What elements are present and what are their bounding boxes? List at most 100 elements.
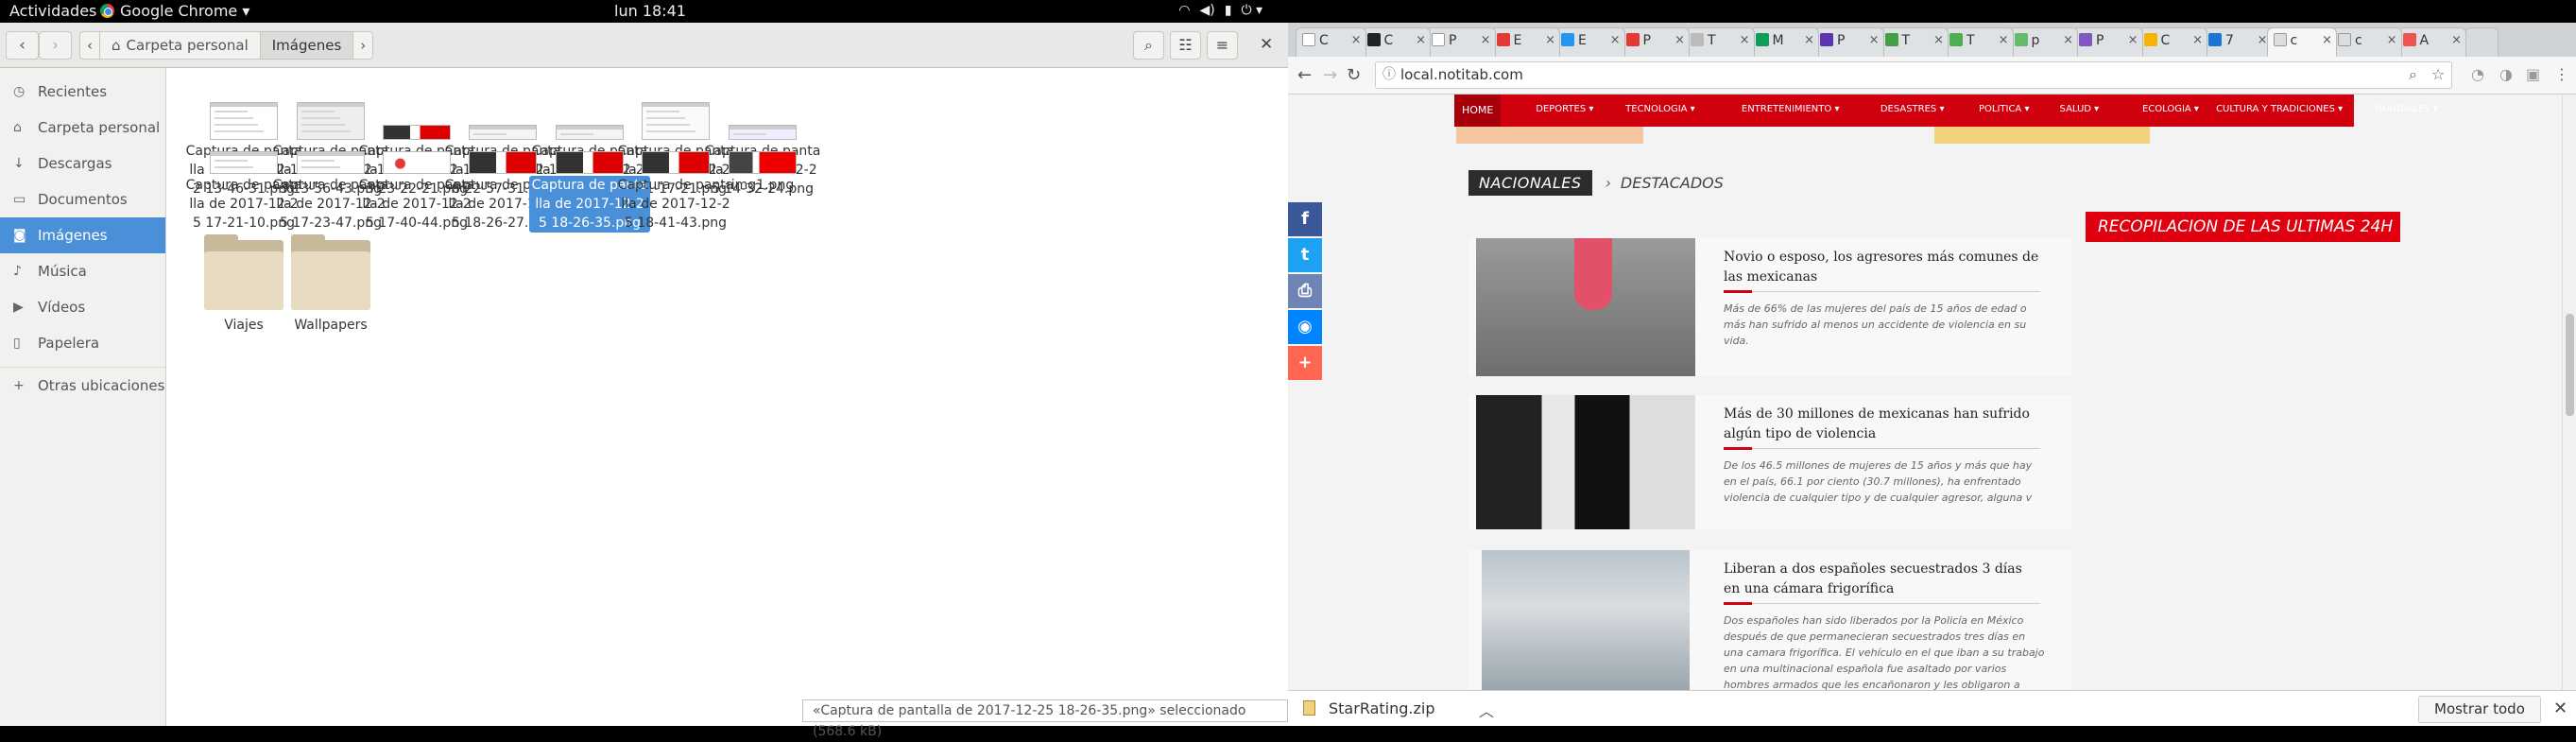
article-title[interactable]: Novio o esposo, los agresores más comune… [1724,248,2040,287]
tab-close-icon[interactable]: × [2387,33,2397,47]
article-card[interactable]: Novio o esposo, los agresores más comune… [1468,238,2071,376]
sidebar-item-video[interactable]: ▶ Vídeos [0,289,165,325]
address-bar[interactable]: local.notitab.com [1375,61,2452,89]
nav-menu-item[interactable]: ENTRETENIMIENTO ▾ [1742,104,1840,114]
browser-tab[interactable]: P × [1813,27,1884,57]
section-name[interactable]: NACIONALES [1468,170,1592,196]
forward-button[interactable]: › [39,31,72,60]
browser-tab[interactable]: 7 × [2202,27,2273,57]
breadcrumb-left-arrow[interactable]: ‹ [80,32,100,59]
tab-close-icon[interactable]: × [1869,33,1880,47]
browser-tab[interactable]: C × [1296,27,1366,57]
reload-icon[interactable]: ↻ [1347,65,1361,85]
twitter-icon[interactable]: t [1288,238,1322,272]
file-item[interactable]: img1.png [702,151,823,195]
tab-close-icon[interactable]: × [2128,33,2138,47]
nav-menu-item[interactable]: DESASTRES ▾ [1880,104,1945,114]
article-title[interactable]: Liberan a dos españoles secuestrados 3 d… [1724,560,2040,599]
breadcrumb-home[interactable]: Carpeta personal [100,32,261,59]
tab-close-icon[interactable]: × [1610,33,1621,47]
nav-menu-item[interactable]: TECNOLOGIA ▾ [1625,104,1695,114]
scrollbar-thumb[interactable] [2566,314,2574,416]
tab-close-icon[interactable]: × [1740,33,1750,47]
browser-tab[interactable]: A × [2396,27,2466,57]
clock[interactable]: lun 18:41 [614,2,686,20]
browser-tab[interactable]: c × [2331,27,2402,57]
bookmark-star-icon[interactable]: ☆ [2431,65,2445,83]
facebook-icon[interactable]: f [1288,202,1322,236]
article-card[interactable]: Liberan a dos españoles secuestrados 3 d… [1468,550,2071,690]
show-all-downloads-button[interactable]: Mostrar todo [2418,696,2541,723]
tab-close-icon[interactable]: × [1416,33,1426,47]
tab-close-icon[interactable]: × [2322,33,2332,47]
system-tray[interactable]: ◠ ◀) ▮ ⏻ ▾ [1178,3,1262,18]
browser-tab[interactable]: M × [1748,27,1819,57]
plus-icon[interactable]: + [1288,346,1322,380]
tab-close-icon[interactable]: × [2258,33,2268,47]
view-options-button[interactable]: ☷ [1170,31,1201,60]
browser-tab[interactable]: T × [1943,27,2014,57]
sidebar-item-trash[interactable]: ▯ Papelera [0,325,165,361]
new-tab-button[interactable] [2464,27,2499,57]
article-image[interactable] [1476,395,1695,529]
app-menu[interactable]: Google Chrome ▾ [100,2,249,20]
extension-icon[interactable]: ◔ [2471,65,2484,83]
extension-icon-3[interactable]: ▣ [2526,65,2540,83]
breadcrumb-right-arrow[interactable]: › [353,32,372,59]
sidebar-item-camera[interactable]: ◙ Imágenes [0,217,165,253]
article-image[interactable] [1476,238,1695,376]
tab-close-icon[interactable]: × [1674,33,1685,47]
chrome-menu-icon[interactable]: ⋮ [2554,65,2569,83]
nav-menu-item[interactable]: SALUD ▾ [2060,104,2100,114]
print-icon[interactable]: ⎙ [1288,274,1322,308]
breadcrumb-images[interactable]: Imágenes [260,32,354,59]
sidebar-item-home[interactable]: ⌂ Carpeta personal [0,110,165,146]
browser-tab[interactable]: P × [1425,27,1496,57]
tab-close-icon[interactable]: × [1481,33,1491,47]
nav-menu-item[interactable]: MUNDIALES ▾ [2374,104,2437,114]
scrollbar[interactable] [2562,95,2576,690]
browser-tab[interactable]: p × [2007,27,2078,57]
browser-tab[interactable]: E × [1554,27,1625,57]
tab-close-icon[interactable]: × [1545,33,1555,47]
forward-icon[interactable]: → [1323,65,1337,85]
tab-close-icon[interactable]: × [2063,33,2073,47]
browser-tab[interactable]: P × [1619,27,1690,57]
messenger-icon[interactable]: ◉ [1288,310,1322,344]
browser-tab[interactable]: C × [1360,27,1431,57]
article-title[interactable]: Más de 30 millones de mexicanas han sufr… [1724,405,2040,444]
nav-menu-item[interactable]: DEPORTES ▾ [1536,104,1593,114]
tab-close-icon[interactable]: × [1804,33,1814,47]
sidebar-item-clock[interactable]: ◷ Recientes [0,74,165,110]
close-download-bar-icon[interactable]: ✕ [2553,699,2567,718]
back-button[interactable]: ‹ [6,31,39,60]
nav-menu-item[interactable]: POLITICA ▾ [1979,104,2030,114]
section-sub[interactable]: DESTACADOS [1621,174,1724,192]
back-icon[interactable]: ← [1297,65,1312,85]
search-button[interactable]: ⌕ [1133,31,1164,60]
zoom-search-icon[interactable]: ⌕ [2409,65,2417,84]
tab-close-icon[interactable]: × [1933,33,1944,47]
tab-close-icon[interactable]: × [1351,33,1362,47]
article-image[interactable] [1482,550,1690,690]
browser-tab[interactable]: c × [2266,27,2337,57]
browser-tab[interactable]: T × [1684,27,1755,57]
activities-button[interactable]: Actividades [9,2,96,20]
download-item[interactable]: StarRating.zip [1303,699,1434,717]
browser-tab[interactable]: T × [1878,27,1949,57]
menu-button[interactable]: ≡ [1207,31,1238,60]
browser-tab[interactable]: E × [1489,27,1560,57]
nav-menu-item[interactable]: CULTURA Y TRADICIONES ▾ [2216,104,2343,114]
tab-close-icon[interactable]: × [2192,33,2203,47]
sidebar-item-download[interactable]: ↓ Descargas [0,146,165,181]
browser-tab[interactable]: P × [2072,27,2143,57]
sidebar-item-music[interactable]: ♪ Música [0,253,165,289]
tab-close-icon[interactable]: × [1999,33,2009,47]
sidebar-item-plus[interactable]: + Otras ubicaciones [0,367,165,403]
tab-close-icon[interactable]: × [2451,33,2462,47]
download-options-chevron-icon[interactable]: ︿ [1479,699,1494,721]
browser-tab[interactable]: C × [2137,27,2207,57]
article-card[interactable]: Más de 30 millones de mexicanas han sufr… [1468,395,2071,529]
sidebar-item-document[interactable]: ▭ Documentos [0,181,165,217]
close-window-button[interactable]: ✕ [1260,35,1273,54]
